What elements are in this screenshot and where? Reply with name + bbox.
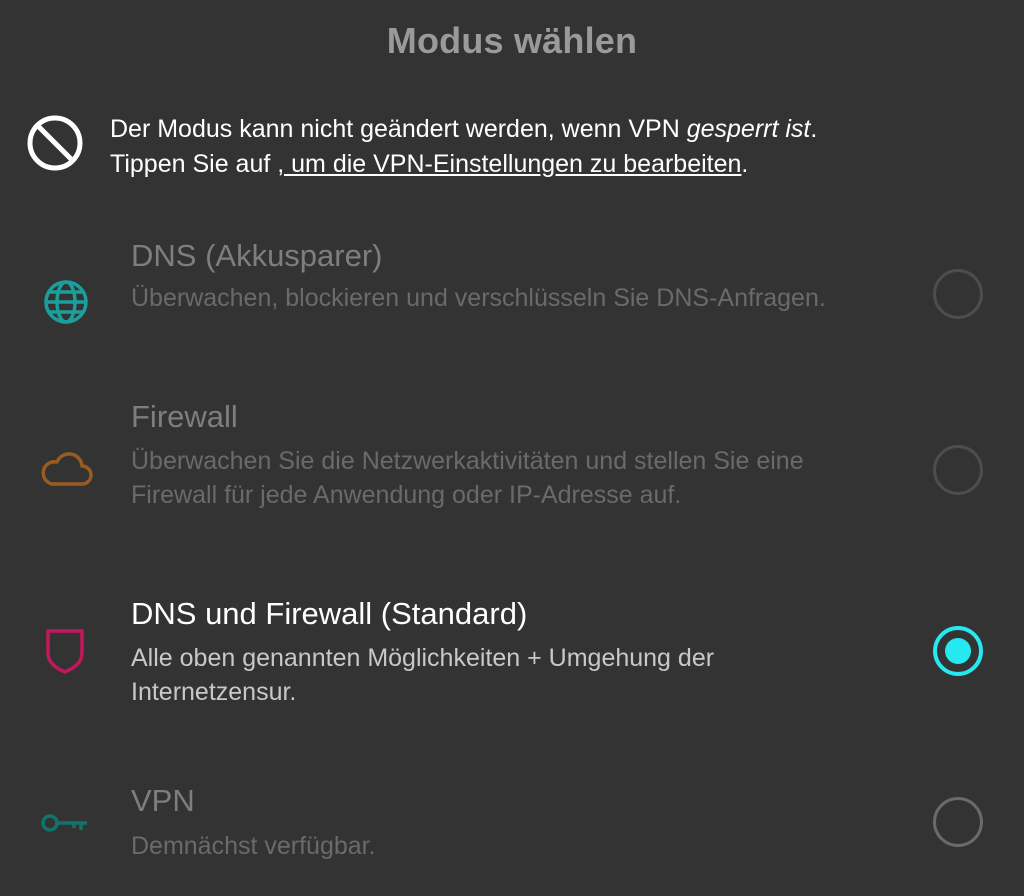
mode-option-title: Firewall [131, 399, 238, 434]
mode-option-title: DNS (Akkusparer) [131, 238, 383, 273]
notice-text-emphasis: gesperrt ist [686, 115, 811, 143]
block-icon [27, 115, 83, 171]
mode-option-title: VPN [131, 783, 195, 818]
mode-option-description: Alle oben genannten Möglichkeiten + Umge… [131, 644, 715, 706]
mode-option-dns[interactable]: DNS (Akkusparer) Überwachen, blockieren … [0, 236, 1024, 366]
notice-text-start: Der Modus kann nicht geändert werden, we… [110, 115, 687, 143]
notice-line2-start: Tippen Sie auf [110, 150, 278, 178]
globe-icon [44, 280, 88, 324]
mode-radio-firewall[interactable] [933, 445, 983, 495]
mode-option-dns-firewall[interactable]: DNS und Firewall (Standard) Alle oben ge… [0, 596, 1024, 716]
key-icon [41, 814, 87, 832]
mode-radio-dns-firewall[interactable] [933, 626, 983, 676]
mode-option-description: Demnächst verfügbar. [131, 832, 376, 860]
notice-line2-end: . [741, 150, 749, 178]
mode-option-description: Überwachen, blockieren und verschlüsseln… [131, 284, 826, 312]
dialog-title: Modus wählen [386, 20, 638, 61]
mode-radio-dns[interactable] [933, 269, 983, 319]
mode-option-description: Überwachen Sie die Netzwerkaktivitäten u… [131, 447, 804, 509]
shield-icon [46, 629, 84, 674]
radio-selected-dot [945, 638, 971, 664]
mode-option-title: DNS und Firewall (Standard) [131, 596, 528, 631]
notice-text: Der Modus kann nicht geändert werden, we… [110, 112, 990, 182]
notice-text-period: . [810, 115, 818, 143]
vpn-lock-notice: Der Modus kann nicht geändert werden, we… [26, 112, 986, 184]
mode-option-vpn[interactable]: VPN Demnächst verfügbar. [0, 783, 1024, 873]
mode-radio-vpn[interactable] [933, 797, 983, 847]
cloud-icon [41, 452, 93, 486]
mode-option-firewall[interactable]: Firewall Überwachen Sie die Netzwerkakti… [0, 398, 1024, 548]
vpn-settings-link[interactable]: , um die VPN-Einstellungen zu bearbeiten [277, 150, 741, 178]
